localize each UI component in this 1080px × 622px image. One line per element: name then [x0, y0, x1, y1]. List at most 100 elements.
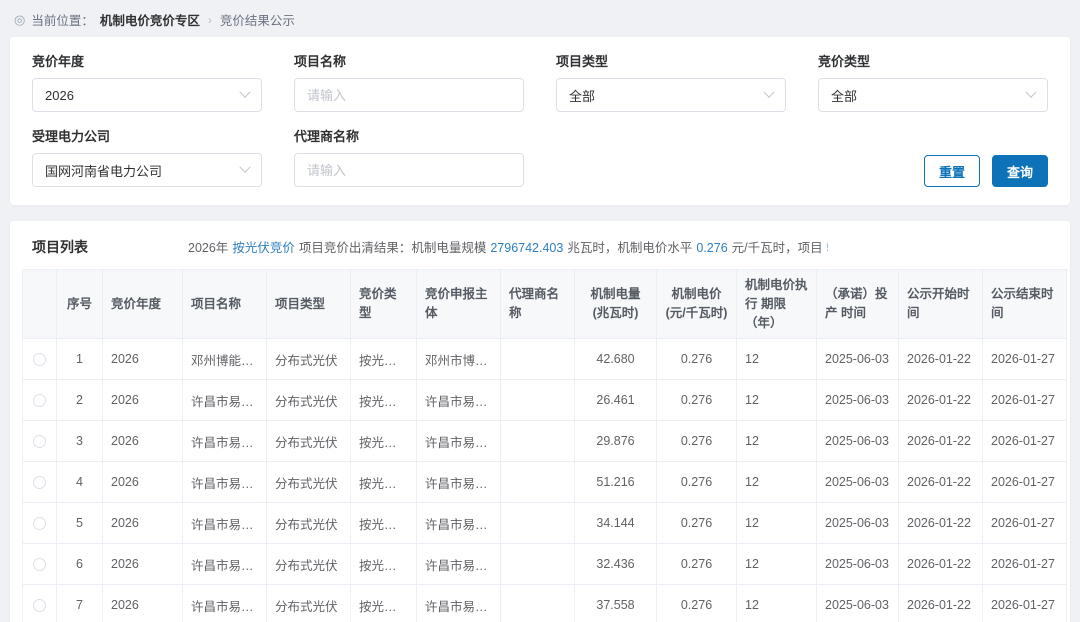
row-select-cell	[23, 380, 57, 421]
table-cell: 按光伏竞价	[351, 585, 417, 622]
table-cell: 2026-01-22	[899, 339, 983, 380]
table-cell: 2026-01-22	[899, 421, 983, 462]
row-select-cell	[23, 585, 57, 622]
column-header: 竞价申报主体	[417, 270, 501, 339]
volume-value: 2796742.403	[490, 241, 563, 255]
table-cell: 2025-06-03	[817, 339, 899, 380]
table-cell	[501, 462, 575, 503]
table-cell: 32.436	[575, 544, 657, 585]
column-header: （承诺）投产 时间	[817, 270, 899, 339]
table-cell: 2026-01-27	[983, 380, 1067, 421]
row-radio[interactable]	[33, 476, 46, 489]
row-radio[interactable]	[33, 394, 46, 407]
row-radio[interactable]	[33, 558, 46, 571]
table-row: 32026许昌市易森太...分布式光伏按光伏竞价许昌市易森太...29.8760…	[23, 421, 1067, 462]
table-cell: 12	[737, 503, 817, 544]
table-cell	[501, 421, 575, 462]
table-cell: 许昌市易森太...	[183, 380, 267, 421]
table-cell: 2026-01-27	[983, 544, 1067, 585]
select-value: 全部	[831, 86, 857, 105]
column-header: 公示结束时间	[983, 270, 1067, 339]
filter-label: 项目名称	[294, 51, 524, 70]
table-cell: 许昌市易森太...	[417, 585, 501, 622]
table-cell: 0.276	[657, 544, 737, 585]
table-cell: 2	[57, 380, 103, 421]
table-cell: 2026	[103, 544, 183, 585]
table-cell: 2026	[103, 585, 183, 622]
row-radio[interactable]	[33, 599, 46, 612]
table-cell: 29.876	[575, 421, 657, 462]
filter-power-company: 受理电力公司 国网河南省电力公司	[32, 126, 262, 187]
table-cell: 邓州市博能新...	[417, 339, 501, 380]
table-cell: 许昌市易森太...	[417, 421, 501, 462]
table-row: 42026许昌市易森太...分布式光伏按光伏竞价许昌市易森太...51.2160…	[23, 462, 1067, 503]
price-value: 0.276	[696, 241, 727, 255]
table-cell: 许昌市易森太...	[417, 380, 501, 421]
table-cell: 2026	[103, 421, 183, 462]
table-cell: 12	[737, 421, 817, 462]
column-header: 机制电量 (兆瓦时)	[575, 270, 657, 339]
column-header: 代理商名称	[501, 270, 575, 339]
bid-type-select[interactable]: 全部	[818, 78, 1048, 112]
results-header: 项目列表 2026年 按光伏竞价 项目竞价出清结果：机制电量规模 2796742…	[22, 233, 1058, 269]
reset-button[interactable]: 重置	[924, 155, 980, 187]
filter-label: 代理商名称	[294, 126, 524, 145]
bid-year-select[interactable]: 2026	[32, 78, 262, 112]
table-cell: 0.276	[657, 421, 737, 462]
project-name-input[interactable]	[294, 78, 524, 112]
table-row: 62026许昌市易森太...分布式光伏按光伏竞价许昌市易森太...32.4360…	[23, 544, 1067, 585]
agent-name-input[interactable]	[294, 153, 524, 187]
column-header: 项目类型	[267, 270, 351, 339]
table-cell	[501, 544, 575, 585]
table-cell: 2025-06-03	[817, 585, 899, 622]
table-cell: 37.558	[575, 585, 657, 622]
table-cell: 许昌市易森太...	[183, 544, 267, 585]
table-cell: 12	[737, 339, 817, 380]
table-cell: 0.276	[657, 339, 737, 380]
table-cell: 分布式光伏	[267, 585, 351, 622]
table-cell: 51.216	[575, 462, 657, 503]
breadcrumb-current: 竞价结果公示	[220, 10, 295, 29]
results-table: 序号竞价年度项目名称项目类型竞价类型竞价申报主体代理商名称机制电量 (兆瓦时)机…	[22, 269, 1067, 622]
project-type-select[interactable]: 全部	[556, 78, 786, 112]
table-cell: 邓州博能高书...	[183, 339, 267, 380]
summary-text: 项目竞价出清结果：机制电量规模	[299, 237, 487, 256]
column-header: 竞价年度	[103, 270, 183, 339]
location-icon: ◎	[14, 13, 25, 26]
table-cell: 按光伏竞价	[351, 380, 417, 421]
table-row: 12026邓州博能高书...分布式光伏按光伏竞价邓州市博能新...42.6800…	[23, 339, 1067, 380]
breadcrumb-location-label: 当前位置：	[31, 10, 94, 29]
page: ◎ 当前位置： 机制电价竞价专区 › 竞价结果公示 竞价年度 2026 项目名称…	[0, 0, 1080, 622]
table-cell	[501, 503, 575, 544]
table-cell: 2026	[103, 339, 183, 380]
table-cell: 0.276	[657, 503, 737, 544]
row-radio[interactable]	[33, 353, 46, 366]
table-cell: 2026	[103, 380, 183, 421]
column-header: 项目名称	[183, 270, 267, 339]
power-company-select[interactable]: 国网河南省电力公司	[32, 153, 262, 187]
table-cell: 34.144	[575, 503, 657, 544]
table-cell	[501, 380, 575, 421]
clearing-summary: 2026年 按光伏竞价 项目竞价出清结果：机制电量规模 2796742.403 …	[188, 237, 828, 256]
table-cell: 2026-01-27	[983, 462, 1067, 503]
chevron-down-icon	[763, 87, 774, 98]
search-button[interactable]: 查询	[992, 155, 1048, 187]
chevron-right-icon: ›	[208, 13, 212, 27]
pv-bid-link[interactable]: 按光伏竞价	[232, 237, 295, 256]
row-select-cell	[23, 339, 57, 380]
row-radio[interactable]	[33, 435, 46, 448]
breadcrumb-section[interactable]: 机制电价竞价专区	[100, 10, 200, 29]
table-cell: 12	[737, 544, 817, 585]
column-header: 机制电价执行 期限（年）	[737, 270, 817, 339]
table-cell: 2025-06-03	[817, 503, 899, 544]
table-cell: 2026-01-22	[899, 503, 983, 544]
table-cell: 26.461	[575, 380, 657, 421]
row-select-cell	[23, 462, 57, 503]
table-cell: 按光伏竞价	[351, 544, 417, 585]
table-cell: 5	[57, 503, 103, 544]
chevron-down-icon	[239, 87, 250, 98]
breadcrumb: ◎ 当前位置： 机制电价竞价专区 › 竞价结果公示	[0, 0, 1080, 37]
row-radio[interactable]	[33, 517, 46, 530]
table-cell: 2025-06-03	[817, 421, 899, 462]
table-cell: 分布式光伏	[267, 503, 351, 544]
